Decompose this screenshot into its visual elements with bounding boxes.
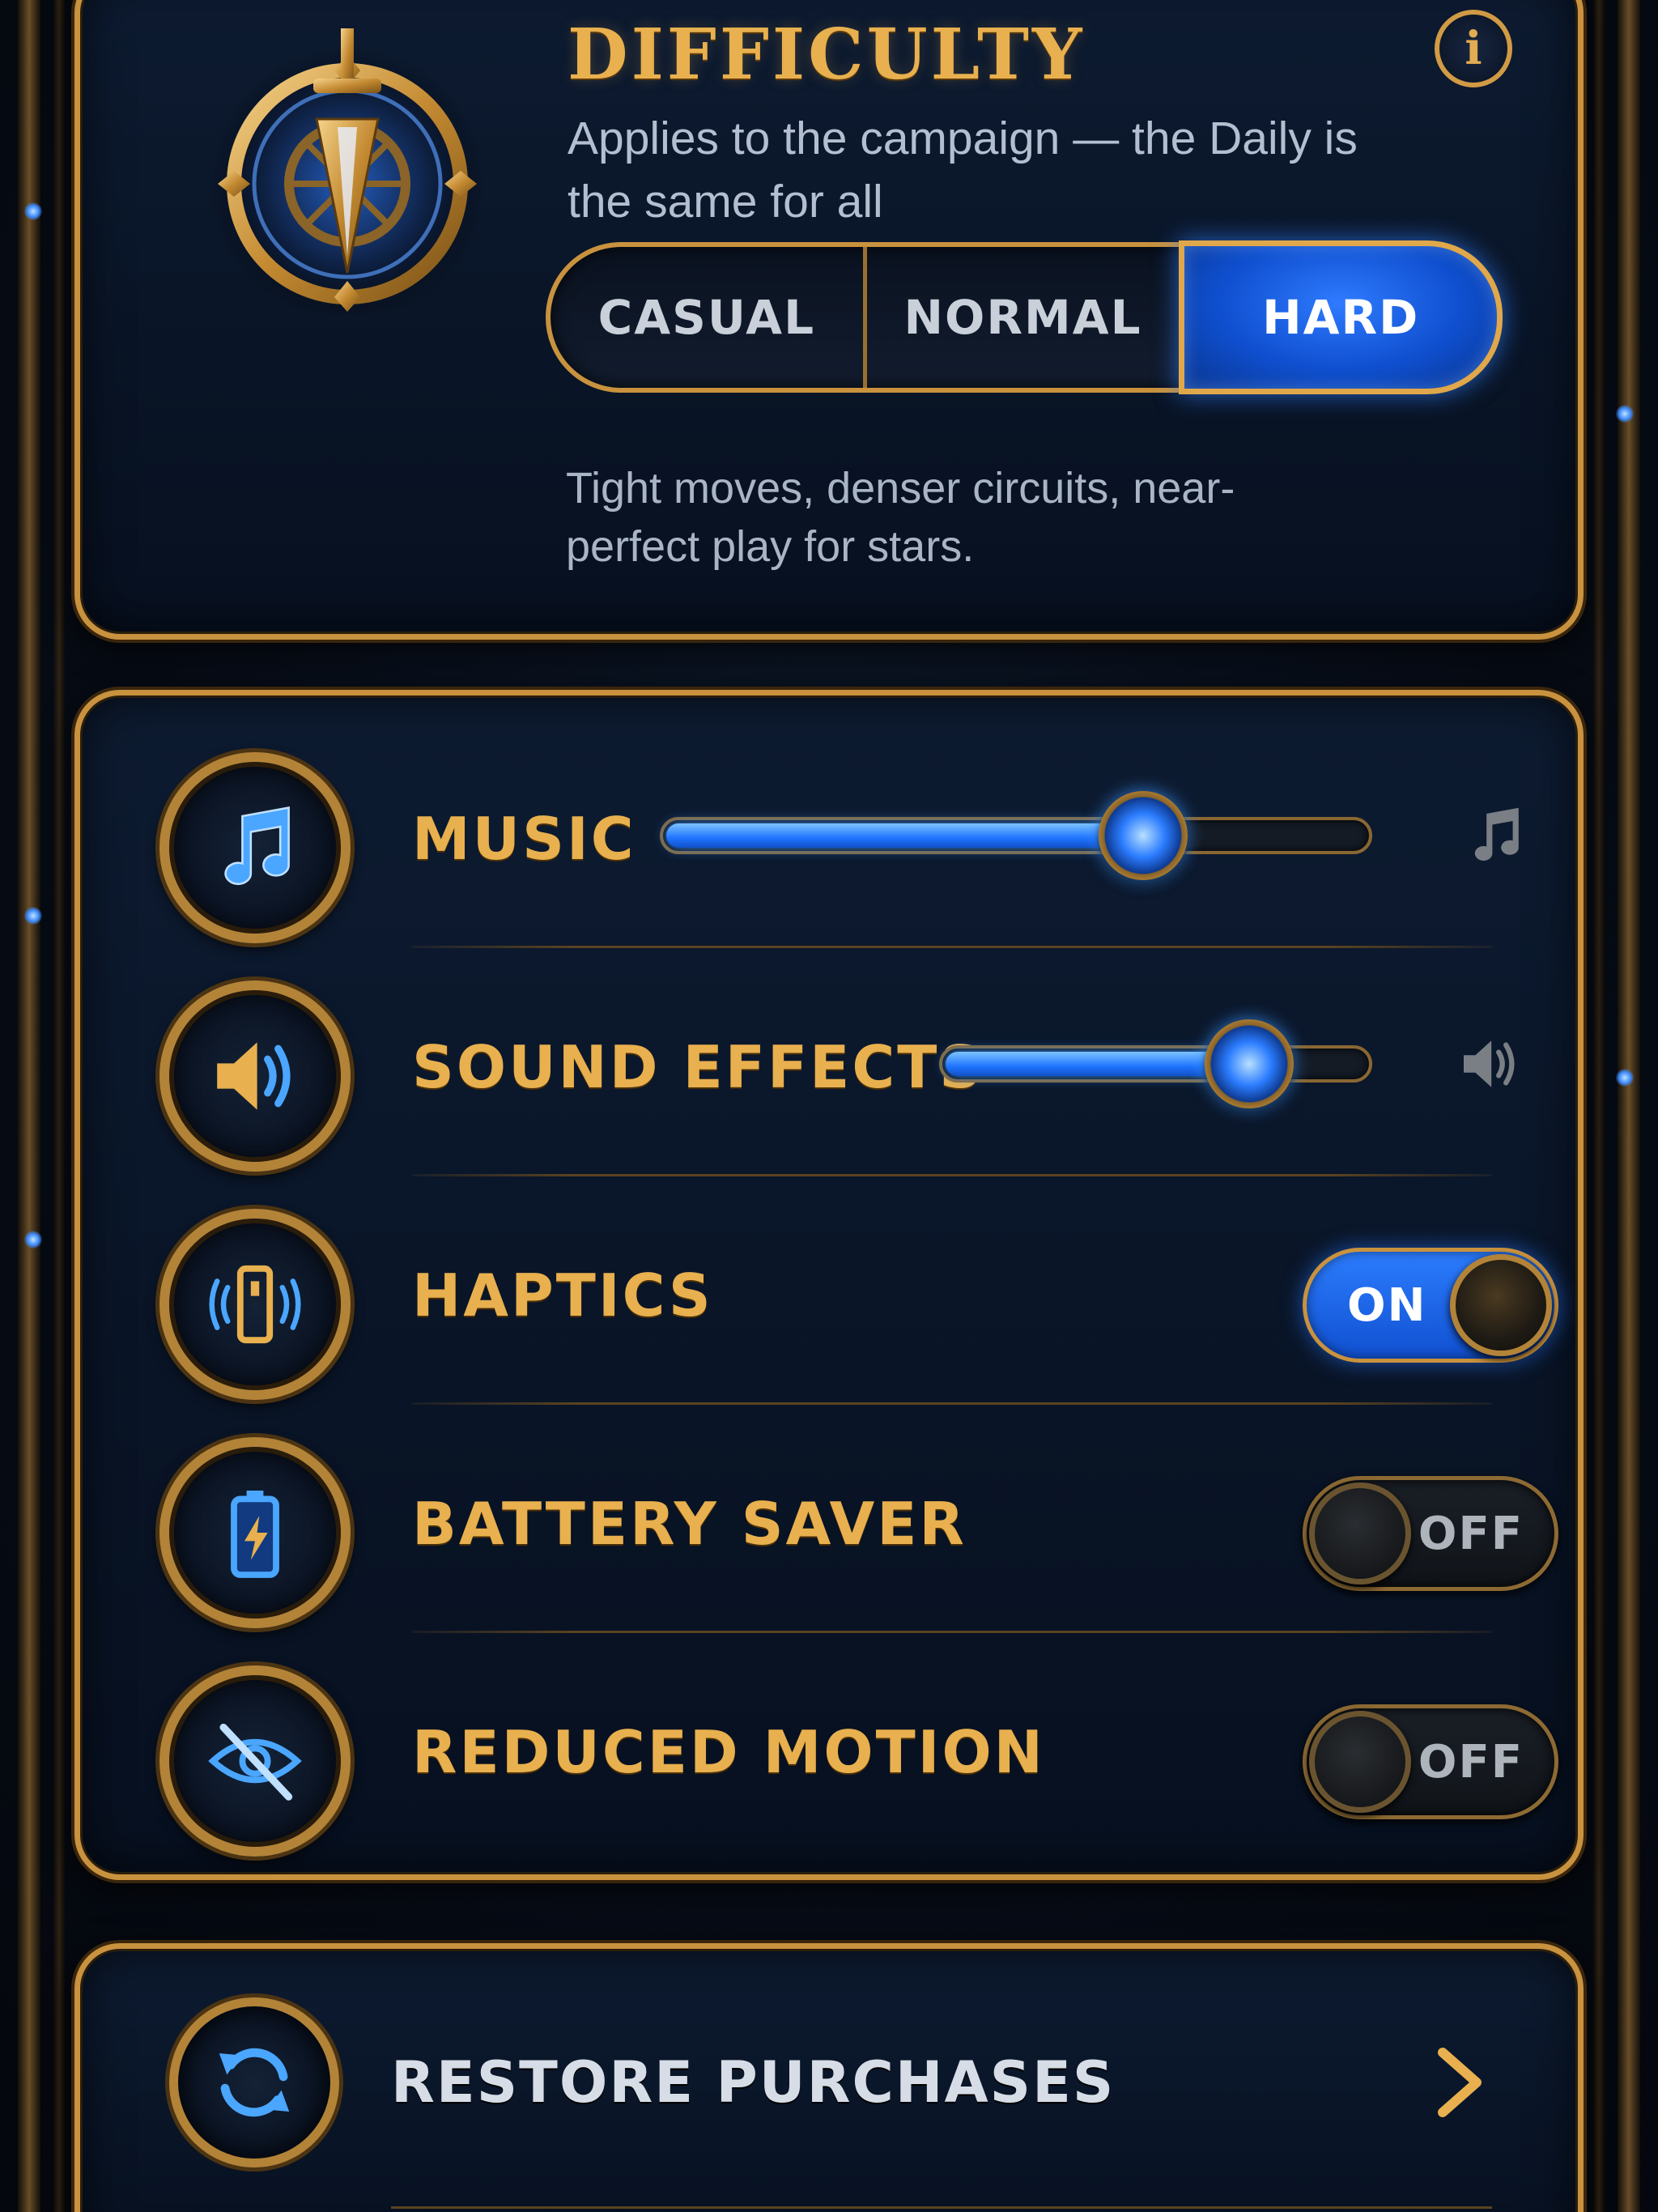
setting-label: SOUND EFFECTS — [412, 1033, 984, 1101]
glow-light-decoration — [24, 907, 42, 925]
music-volume-slider[interactable] — [660, 791, 1372, 880]
left-pipe-decoration — [53, 0, 65, 2212]
glow-light-decoration — [1616, 1069, 1634, 1087]
toggle-knob — [1309, 1482, 1411, 1585]
difficulty-segmented-control: CASUAL NORMAL HARD — [546, 240, 1503, 394]
eye-slash-icon — [159, 1665, 351, 1857]
chevron-right-icon — [1438, 2048, 1482, 2117]
toggle-state: OFF — [1418, 1735, 1524, 1789]
settings-panel: MUSIC SOUND EFFECTS HAPTICS ON BATTERY S… — [74, 690, 1584, 1880]
sword-compass-emblem-icon — [202, 22, 493, 321]
right-pipe-decoration — [1593, 0, 1605, 2212]
toggle-knob — [1450, 1254, 1552, 1356]
music-note-icon — [1474, 807, 1519, 861]
difficulty-subtitle: Applies to the campaign — the Daily is t… — [568, 113, 1358, 228]
battery-charging-icon — [159, 1437, 351, 1628]
setting-row-sound-effects: SOUND EFFECTS — [80, 948, 1589, 1176]
setting-label: REDUCED MOTION — [412, 1718, 1045, 1786]
setting-row-haptics: HAPTICS ON — [80, 1176, 1589, 1405]
speaker-icon — [159, 981, 351, 1172]
sound-effects-volume-slider[interactable] — [939, 1019, 1372, 1108]
toggle-state: ON — [1347, 1278, 1427, 1332]
restore-purchases-label: RESTORE PURCHASES — [391, 2049, 1116, 2116]
setting-row-battery-saver: BATTERY SAVER OFF — [80, 1405, 1589, 1633]
difficulty-title: DIFFICULTY — [568, 14, 1086, 96]
slider-thumb[interactable] — [1099, 791, 1188, 880]
info-glyph: i — [1465, 22, 1482, 75]
slider-thumb[interactable] — [1205, 1019, 1294, 1108]
setting-label: BATTERY SAVER — [412, 1490, 967, 1558]
glow-light-decoration — [1616, 405, 1634, 423]
toggle-state: OFF — [1418, 1507, 1524, 1560]
battery-saver-toggle[interactable]: OFF — [1303, 1476, 1558, 1591]
info-icon[interactable]: i — [1435, 10, 1512, 87]
music-note-icon — [159, 752, 351, 943]
speaker-icon — [1464, 1040, 1515, 1087]
toggle-knob — [1309, 1711, 1411, 1813]
glow-light-decoration — [24, 1231, 42, 1249]
account-actions-panel: RESTORE PURCHASES — [74, 1943, 1584, 2212]
right-pipe-decoration — [1618, 0, 1640, 2212]
glow-light-decoration — [24, 202, 42, 220]
setting-label: MUSIC — [412, 805, 636, 873]
setting-row-reduced-motion: REDUCED MOTION OFF — [80, 1633, 1589, 1861]
phone-vibrate-icon — [159, 1209, 351, 1400]
row-divider — [391, 2206, 1492, 2209]
refresh-icon — [169, 1997, 339, 2167]
setting-row-music: MUSIC — [80, 720, 1589, 948]
difficulty-panel: DIFFICULTY i Applies to the campaign — t… — [74, 0, 1584, 640]
haptics-toggle[interactable]: ON — [1303, 1248, 1558, 1363]
restore-purchases-button[interactable]: RESTORE PURCHASES — [80, 1949, 1589, 2209]
left-pipe-decoration — [18, 0, 40, 2212]
setting-label: HAPTICS — [412, 1261, 713, 1329]
difficulty-description: Tight moves, denser circuits, near-perfe… — [566, 464, 1235, 571]
slider-fill — [666, 823, 1146, 848]
reduced-motion-toggle[interactable]: OFF — [1303, 1704, 1558, 1819]
difficulty-option-normal[interactable]: NORMAL — [862, 247, 1180, 388]
difficulty-option-hard[interactable]: HARD — [1179, 240, 1503, 394]
difficulty-option-casual[interactable]: CASUAL — [551, 247, 863, 388]
